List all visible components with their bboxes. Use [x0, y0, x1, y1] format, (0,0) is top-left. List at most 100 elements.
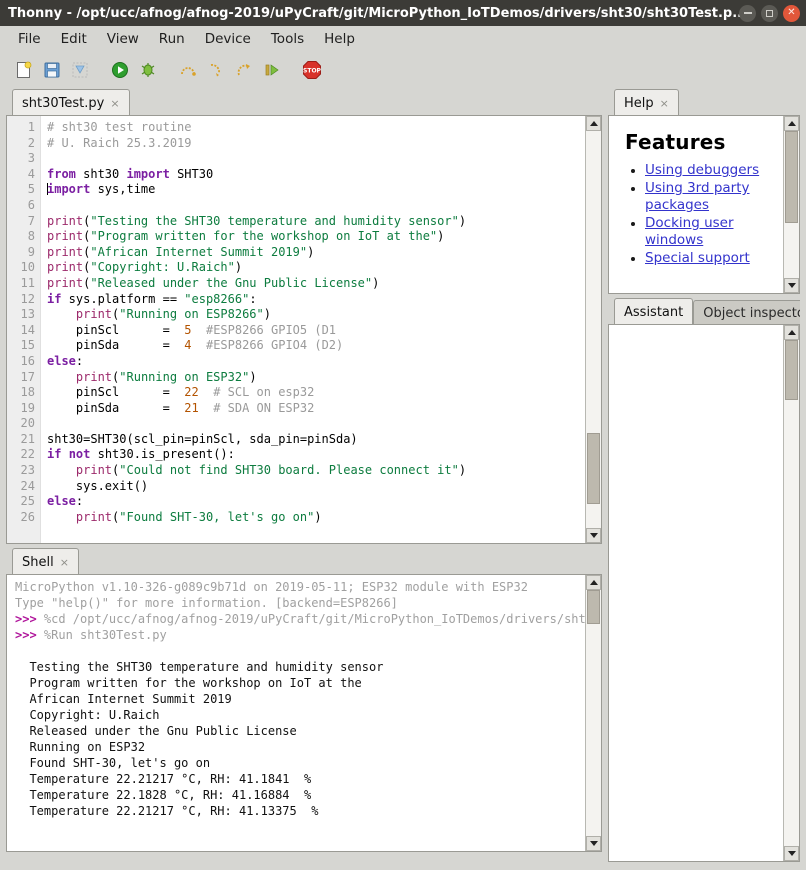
code-token: )	[234, 260, 243, 275]
shell-prompt: >>>	[15, 612, 44, 626]
line-number: 7	[27, 213, 35, 228]
assistant-scroll-thumb[interactable]	[785, 340, 798, 400]
window-title: Thonny - /opt/ucc/afnog/afnog-2019/uPyCr…	[8, 5, 748, 21]
scroll-up-arrow-icon[interactable]	[784, 325, 799, 340]
menu-view[interactable]: View	[97, 28, 149, 50]
tab-close-icon[interactable]: ×	[660, 97, 669, 110]
code-line: sys.exit()	[47, 479, 585, 495]
editor-tabrow: sht30Test.py ×	[6, 88, 602, 116]
menu-device[interactable]: Device	[195, 28, 261, 50]
step-into-button[interactable]	[202, 56, 230, 84]
maximize-button[interactable]	[761, 4, 778, 22]
maximize-icon	[766, 9, 773, 17]
shell-text: Temperature 22.21217 °C, RH: 41.1841 %	[15, 772, 312, 786]
tab-label: Shell	[22, 554, 54, 570]
assistant-content[interactable]	[609, 325, 783, 861]
scroll-up-arrow-icon[interactable]	[586, 575, 601, 590]
step-over-button[interactable]	[174, 56, 202, 84]
code-token: else	[47, 494, 76, 509]
window-titlebar: Thonny - /opt/ucc/afnog/afnog-2019/uPyCr…	[0, 0, 806, 26]
save-file-button[interactable]	[66, 56, 94, 84]
menu-run[interactable]: Run	[149, 28, 195, 50]
resume-button[interactable]	[258, 56, 286, 84]
menu-edit[interactable]: Edit	[51, 28, 97, 50]
shell-text: Type "help()" for more information. [bac…	[15, 596, 398, 610]
code-token: )	[437, 229, 445, 244]
new-file-button[interactable]	[10, 56, 38, 84]
shell-line: >>> %Run sht30Test.py	[15, 627, 585, 643]
scroll-down-arrow-icon[interactable]	[784, 846, 799, 861]
shell-vertical-scrollbar[interactable]	[585, 575, 601, 851]
scroll-up-arrow-icon[interactable]	[586, 116, 601, 131]
open-file-button[interactable]	[38, 56, 66, 84]
code-editor-text[interactable]: # sht30 test routine # U. Raich 25.3.2019…	[41, 116, 585, 543]
code-token: print	[47, 260, 84, 275]
editor-scroll-thumb[interactable]	[587, 432, 600, 505]
shell-text: African Internet Summit 2019	[15, 692, 232, 706]
code-line: print("Found SHT-30, let's go on")	[47, 510, 585, 526]
tab-close-icon[interactable]: ×	[110, 97, 119, 110]
scroll-down-arrow-icon[interactable]	[784, 278, 799, 293]
tab-sht30test-py[interactable]: sht30Test.py ×	[12, 89, 130, 116]
assistant-scroll-track[interactable]	[784, 340, 799, 846]
shell-scroll-track[interactable]	[586, 590, 601, 836]
code-token: # U. Raich 25.3.2019	[47, 135, 192, 150]
scroll-down-arrow-icon[interactable]	[586, 528, 601, 543]
code-line: else:	[47, 354, 585, 370]
line-number: 15	[20, 338, 35, 353]
code-token: from	[47, 166, 76, 181]
step-out-button[interactable]	[230, 56, 258, 84]
debug-button[interactable]	[134, 56, 162, 84]
shell-output[interactable]: MicroPython v1.10-326-g089c9b71d on 2019…	[7, 575, 585, 851]
code-token: if	[47, 447, 62, 462]
minimize-button[interactable]	[739, 4, 756, 22]
code-token: sys.platform ==	[61, 291, 185, 306]
editor-vertical-scrollbar[interactable]	[585, 116, 601, 543]
help-link-special-support[interactable]: Special support	[645, 250, 750, 266]
scroll-up-arrow-icon[interactable]	[784, 116, 799, 131]
tab-help[interactable]: Help ×	[614, 89, 679, 116]
shell-line: >>> %cd /opt/ucc/afnog/afnog-2019/uPyCra…	[15, 611, 585, 627]
menu-tools[interactable]: Tools	[261, 28, 314, 50]
shell-text: Program written for the workshop on IoT …	[15, 676, 362, 690]
debug-icon	[141, 63, 155, 77]
stop-button[interactable]: STOP	[298, 56, 326, 84]
code-token: SHT30	[169, 166, 214, 181]
close-button[interactable]: ✕	[783, 4, 800, 22]
tab-assistant[interactable]: Assistant	[614, 298, 694, 324]
editor-scroll-track[interactable]	[586, 131, 601, 528]
tab-label: Help	[624, 95, 654, 111]
tab-object-inspector[interactable]: Object inspecto	[693, 300, 800, 324]
assistant-vertical-scrollbar[interactable]	[783, 325, 799, 861]
line-number: 5	[27, 182, 35, 197]
tab-shell[interactable]: Shell ×	[12, 548, 79, 575]
shell-text: Found SHT-30, let's go on	[15, 756, 211, 770]
help-scroll-thumb[interactable]	[785, 131, 798, 223]
code-token: print	[75, 509, 113, 524]
assistant-tabrow: Assistant Object inspecto	[608, 297, 800, 324]
help-scroll-track[interactable]	[784, 131, 799, 278]
close-icon: ✕	[787, 7, 796, 18]
help-vertical-scrollbar[interactable]	[783, 116, 799, 293]
help-link-3rd-party-packages[interactable]: Using 3rd party packages	[645, 180, 750, 213]
menu-file[interactable]: File	[8, 28, 51, 50]
run-button[interactable]	[106, 56, 134, 84]
menu-help[interactable]: Help	[314, 28, 365, 50]
editor-line-numbers: 1 2 3 4 5 6 7 8 9 10 11 12 13 14 15 16 17 18 19 20 21 22 23 24 2…	[7, 116, 41, 543]
code-token: )	[307, 244, 315, 259]
new-file-icon	[17, 61, 32, 78]
shell-line: MicroPython v1.10-326-g089c9b71d on 2019…	[15, 579, 585, 595]
help-link-using-debuggers[interactable]: Using debuggers	[645, 162, 759, 178]
shell-scroll-thumb[interactable]	[587, 590, 600, 624]
list-item: Special support	[645, 250, 775, 267]
code-line: # sht30 test routine	[47, 120, 585, 136]
code-line: import sys,time	[47, 182, 585, 198]
scroll-down-arrow-icon[interactable]	[586, 836, 601, 851]
code-token: "Running on ESP8266"	[119, 307, 264, 322]
shell-prompt: >>>	[15, 628, 44, 642]
help-link-docking-user-windows[interactable]: Docking user windows	[645, 215, 734, 248]
tab-close-icon[interactable]: ×	[60, 556, 69, 569]
